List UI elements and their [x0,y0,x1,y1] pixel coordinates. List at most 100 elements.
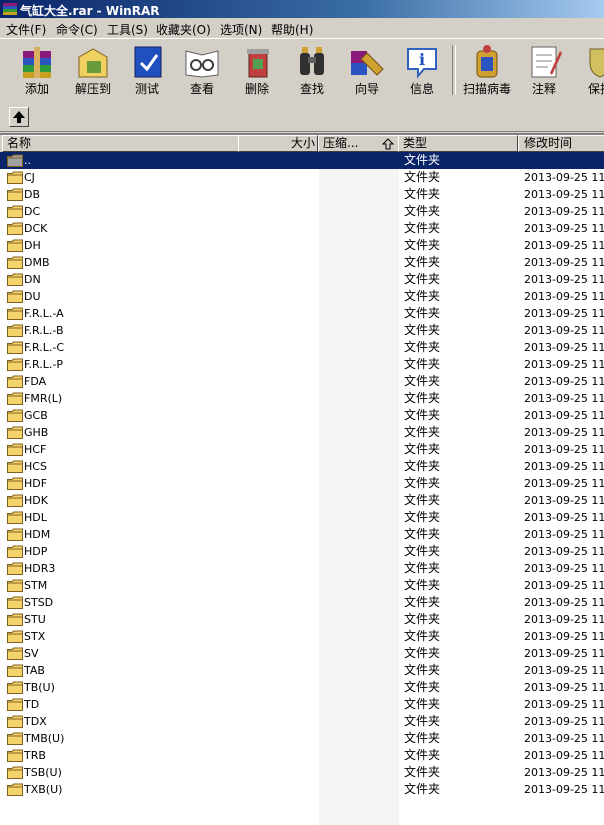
list-item[interactable]: .. 文件夹 [0,152,604,169]
info-button[interactable]: i 信息 [395,43,449,99]
column-header-name[interactable]: 名称 [2,135,244,152]
list-item[interactable]: F.R.L.-A 文件夹 2013-09-25 11:3 [0,305,604,322]
list-item[interactable]: F.R.L.-P 文件夹 2013-09-25 11:3 [0,356,604,373]
item-modified: 2013-09-25 11:3 [524,766,604,779]
up-arrow-icon [13,111,25,123]
virus-scan-button[interactable]: 扫描病毒 [460,43,514,99]
item-type: 文件夹 [404,221,441,235]
item-name: HDF [24,477,48,490]
wizard-button[interactable]: 向导 [340,43,394,99]
list-item[interactable]: GCB 文件夹 2013-09-25 11:3 [0,407,604,424]
toolbar: 添加 解压到 测试 查看 删除 查找 向导 i 信息 扫描病毒 注释 保 [0,38,604,102]
menu-favorites[interactable]: 收藏夹(O) [156,21,211,38]
list-item[interactable]: DB 文件夹 2013-09-25 11:3 [0,186,604,203]
list-item[interactable]: TMB(U) 文件夹 2013-09-25 11:3 [0,730,604,747]
list-item[interactable]: STSD 文件夹 2013-09-25 11:3 [0,594,604,611]
list-item[interactable]: GHB 文件夹 2013-09-25 11:3 [0,424,604,441]
item-type: 文件夹 [404,646,441,660]
list-item[interactable]: TB(U) 文件夹 2013-09-25 11:3 [0,679,604,696]
comment-icon [531,46,562,78]
item-modified: 2013-09-25 11:3 [524,698,604,711]
list-item[interactable]: FMR(L) 文件夹 2013-09-25 11:3 [0,390,604,407]
list-item[interactable]: HCS 文件夹 2013-09-25 11:3 [0,458,604,475]
delete-label: 删除 [244,82,269,96]
list-item[interactable]: DN 文件夹 2013-09-25 11:3 [0,271,604,288]
folder-icon [7,477,23,490]
list-item[interactable]: DCK 文件夹 2013-09-25 11:3 [0,220,604,237]
view-button[interactable]: 查看 [175,43,229,99]
item-name: HDL [24,511,47,524]
list-item[interactable]: HDL 文件夹 2013-09-25 11:3 [0,509,604,526]
folder-icon [7,596,23,609]
folder-icon [7,358,23,371]
column-header-type[interactable]: 类型 [398,135,518,152]
list-item[interactable]: TSB(U) 文件夹 2013-09-25 11:3 [0,764,604,781]
list-item[interactable]: HDM 文件夹 2013-09-25 11:3 [0,526,604,543]
item-type: 文件夹 [404,629,441,643]
list-item[interactable]: STU 文件夹 2013-09-25 11:3 [0,611,604,628]
folder-icon [7,647,23,660]
item-type: 文件夹 [404,340,441,354]
list-item[interactable]: CJ 文件夹 2013-09-25 11:3 [0,169,604,186]
folder-icon [7,460,23,473]
list-item[interactable]: STX 文件夹 2013-09-25 11:3 [0,628,604,645]
menu-file[interactable]: 文件(F) [6,21,46,38]
test-button[interactable]: 测试 [120,43,174,99]
column-header-packed[interactable]: 压缩... [318,135,399,152]
folder-icon [7,783,23,796]
list-item[interactable]: DC 文件夹 2013-09-25 11:3 [0,203,604,220]
list-item[interactable]: DU 文件夹 2013-09-25 11:3 [0,288,604,305]
comment-button[interactable]: 注释 [517,43,571,99]
menu-options[interactable]: 选项(N) [220,21,262,38]
list-item[interactable]: DH 文件夹 2013-09-25 11:3 [0,237,604,254]
list-item[interactable]: TXB(U) 文件夹 2013-09-25 11:3 [0,781,604,798]
list-item[interactable]: F.R.L.-C 文件夹 2013-09-25 11:3 [0,339,604,356]
extract-to-button[interactable]: 解压到 [66,43,120,99]
item-modified: 2013-09-25 11:3 [524,324,604,337]
list-item[interactable]: HCF 文件夹 2013-09-25 11:3 [0,441,604,458]
list-item[interactable]: SV 文件夹 2013-09-25 11:3 [0,645,604,662]
menu-commands[interactable]: 命令(C) [56,21,98,38]
virus-scan-label: 扫描病毒 [462,82,511,96]
item-name: SV [24,647,39,660]
list-item[interactable]: HDP 文件夹 2013-09-25 11:3 [0,543,604,560]
up-folder-button[interactable] [9,107,29,127]
item-modified: 2013-09-25 11:3 [524,239,604,252]
item-name: F.R.L.-A [24,307,64,320]
column-header-size[interactable]: 大小 [238,135,318,152]
item-modified: 2013-09-25 11:3 [524,307,604,320]
list-item[interactable]: TRB 文件夹 2013-09-25 11:3 [0,747,604,764]
list-item[interactable]: HDK 文件夹 2013-09-25 11:3 [0,492,604,509]
item-type: 文件夹 [404,544,441,558]
menu-help[interactable]: 帮助(H) [271,21,313,38]
list-item[interactable]: STM 文件夹 2013-09-25 11:3 [0,577,604,594]
list-item[interactable]: HDR3 文件夹 2013-09-25 11:3 [0,560,604,577]
file-list[interactable]: 名称 大小 压缩... 类型 修改时间 .. 文件夹 CJ 文件夹 2013-09-25… [0,133,604,825]
item-type: 文件夹 [404,765,441,779]
item-type: 文件夹 [404,663,441,677]
delete-button[interactable]: 删除 [230,43,284,99]
protect-button[interactable]: 保护 [573,43,604,99]
item-modified: 2013-09-25 11:3 [524,715,604,728]
test-icon [134,46,162,78]
find-button[interactable]: 查找 [285,43,339,99]
list-item[interactable]: FDA 文件夹 2013-09-25 11:3 [0,373,604,390]
list-item[interactable]: F.R.L.-B 文件夹 2013-09-25 11:3 [0,322,604,339]
column-header-modified[interactable]: 修改时间 [518,135,604,152]
menu-tools[interactable]: 工具(S) [107,21,148,38]
item-modified: 2013-09-25 11:3 [524,783,604,796]
add-button[interactable]: 添加 [10,43,64,99]
folder-icon [7,630,23,643]
list-item[interactable]: TDX 文件夹 2013-09-25 11:3 [0,713,604,730]
item-name: DC [24,205,41,218]
title-bar[interactable]: 气缸大全.rar - WinRAR [0,0,604,18]
list-item[interactable]: TD 文件夹 2013-09-25 11:3 [0,696,604,713]
folder-icon [7,324,23,337]
item-type: 文件夹 [404,255,441,269]
folder-icon [7,545,23,558]
info-label: 信息 [409,82,434,96]
list-item[interactable]: DMB 文件夹 2013-09-25 11:3 [0,254,604,271]
list-item[interactable]: TAB 文件夹 2013-09-25 11:3 [0,662,604,679]
list-item[interactable]: HDF 文件夹 2013-09-25 11:3 [0,475,604,492]
item-name: F.R.L.-P [24,358,64,371]
